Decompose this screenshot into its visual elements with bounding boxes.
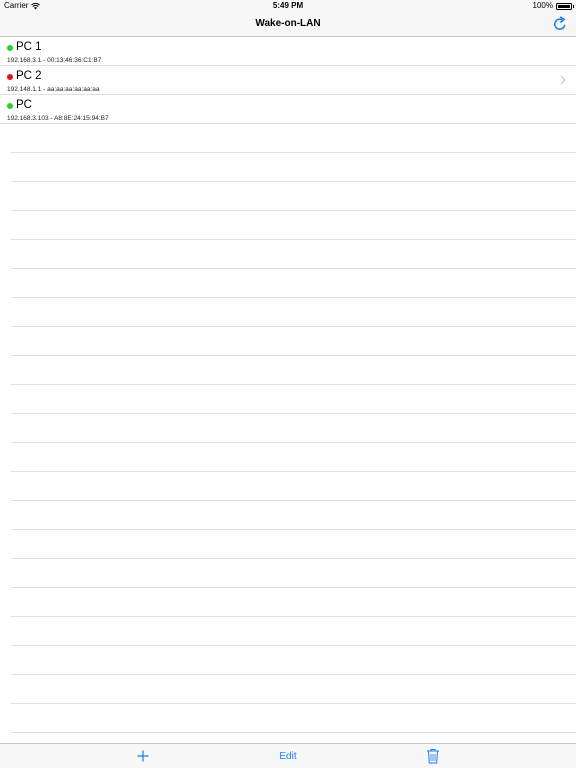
trash-icon[interactable] [426,748,440,764]
device-row-pc1[interactable]: PC 1 192.168.3.1 - 00:13:46:36:C1:B7 [0,37,576,66]
status-dot-offline [7,73,13,80]
empty-list-row [11,472,576,501]
empty-list-row [11,443,576,472]
empty-list-row [11,675,576,704]
page-title: Wake-on-LAN [255,18,321,29]
empty-list-row [11,588,576,617]
status-bar: Carrier 5:49 PM 100% [0,0,576,12]
device-list: PC 1 192.168.3.1 - 00:13:46:36:C1:B7 PC … [0,37,576,743]
empty-list-row [11,182,576,211]
device-detail: 192.168.3.1 - 00:13:46:36:C1:B7 [7,57,102,64]
refresh-icon[interactable] [552,16,568,32]
status-right: 100% [532,0,574,12]
empty-list-row [11,414,576,443]
empty-list-row [11,211,576,240]
empty-list-row [11,240,576,269]
plus-icon[interactable] [136,749,150,763]
device-detail: 192.148.1.1 - aa:aa:aa:aa:aa:aa [7,86,100,93]
empty-list-row [11,617,576,646]
empty-rows [0,124,576,733]
empty-list-row [11,385,576,414]
device-name-text: PC 1 [16,41,42,53]
battery-icon [556,2,574,10]
device-row-pc[interactable]: PC 192.168.3.103 - A8:8E:24:15:94:B7 [0,95,576,124]
device-name: PC 2 [7,70,42,83]
status-time: 5:49 PM [272,1,304,10]
bottom-toolbar: Edit [0,743,576,768]
device-name-text: PC [16,99,32,111]
empty-list-row [11,530,576,559]
edit-button[interactable]: Edit [272,744,304,768]
battery-percent: 100% [532,1,553,10]
empty-list-row [11,646,576,675]
empty-list-row [11,704,576,733]
empty-list-row [11,298,576,327]
empty-list-row [11,327,576,356]
device-detail: 192.168.3.103 - A8:8E:24:15:94:B7 [7,115,109,122]
battery-level [558,4,570,8]
status-dot-online [7,102,13,109]
empty-list-row [11,269,576,298]
device-name: PC 1 [7,41,42,54]
chevron-right-icon [560,75,566,85]
device-name: PC [7,99,32,112]
empty-list-row [11,559,576,588]
empty-list-row [11,356,576,385]
status-dot-online [7,44,13,51]
empty-list-row [11,124,576,153]
navigation-bar: Wake-on-LAN [0,12,576,37]
device-name-text: PC 2 [16,70,42,82]
empty-list-row [11,501,576,530]
empty-list-row [11,153,576,182]
app-screen: Carrier 5:49 PM 100% Wake-on-LAN PC 1 19… [0,0,576,768]
device-row-pc2[interactable]: PC 2 192.148.1.1 - aa:aa:aa:aa:aa:aa [0,66,576,95]
